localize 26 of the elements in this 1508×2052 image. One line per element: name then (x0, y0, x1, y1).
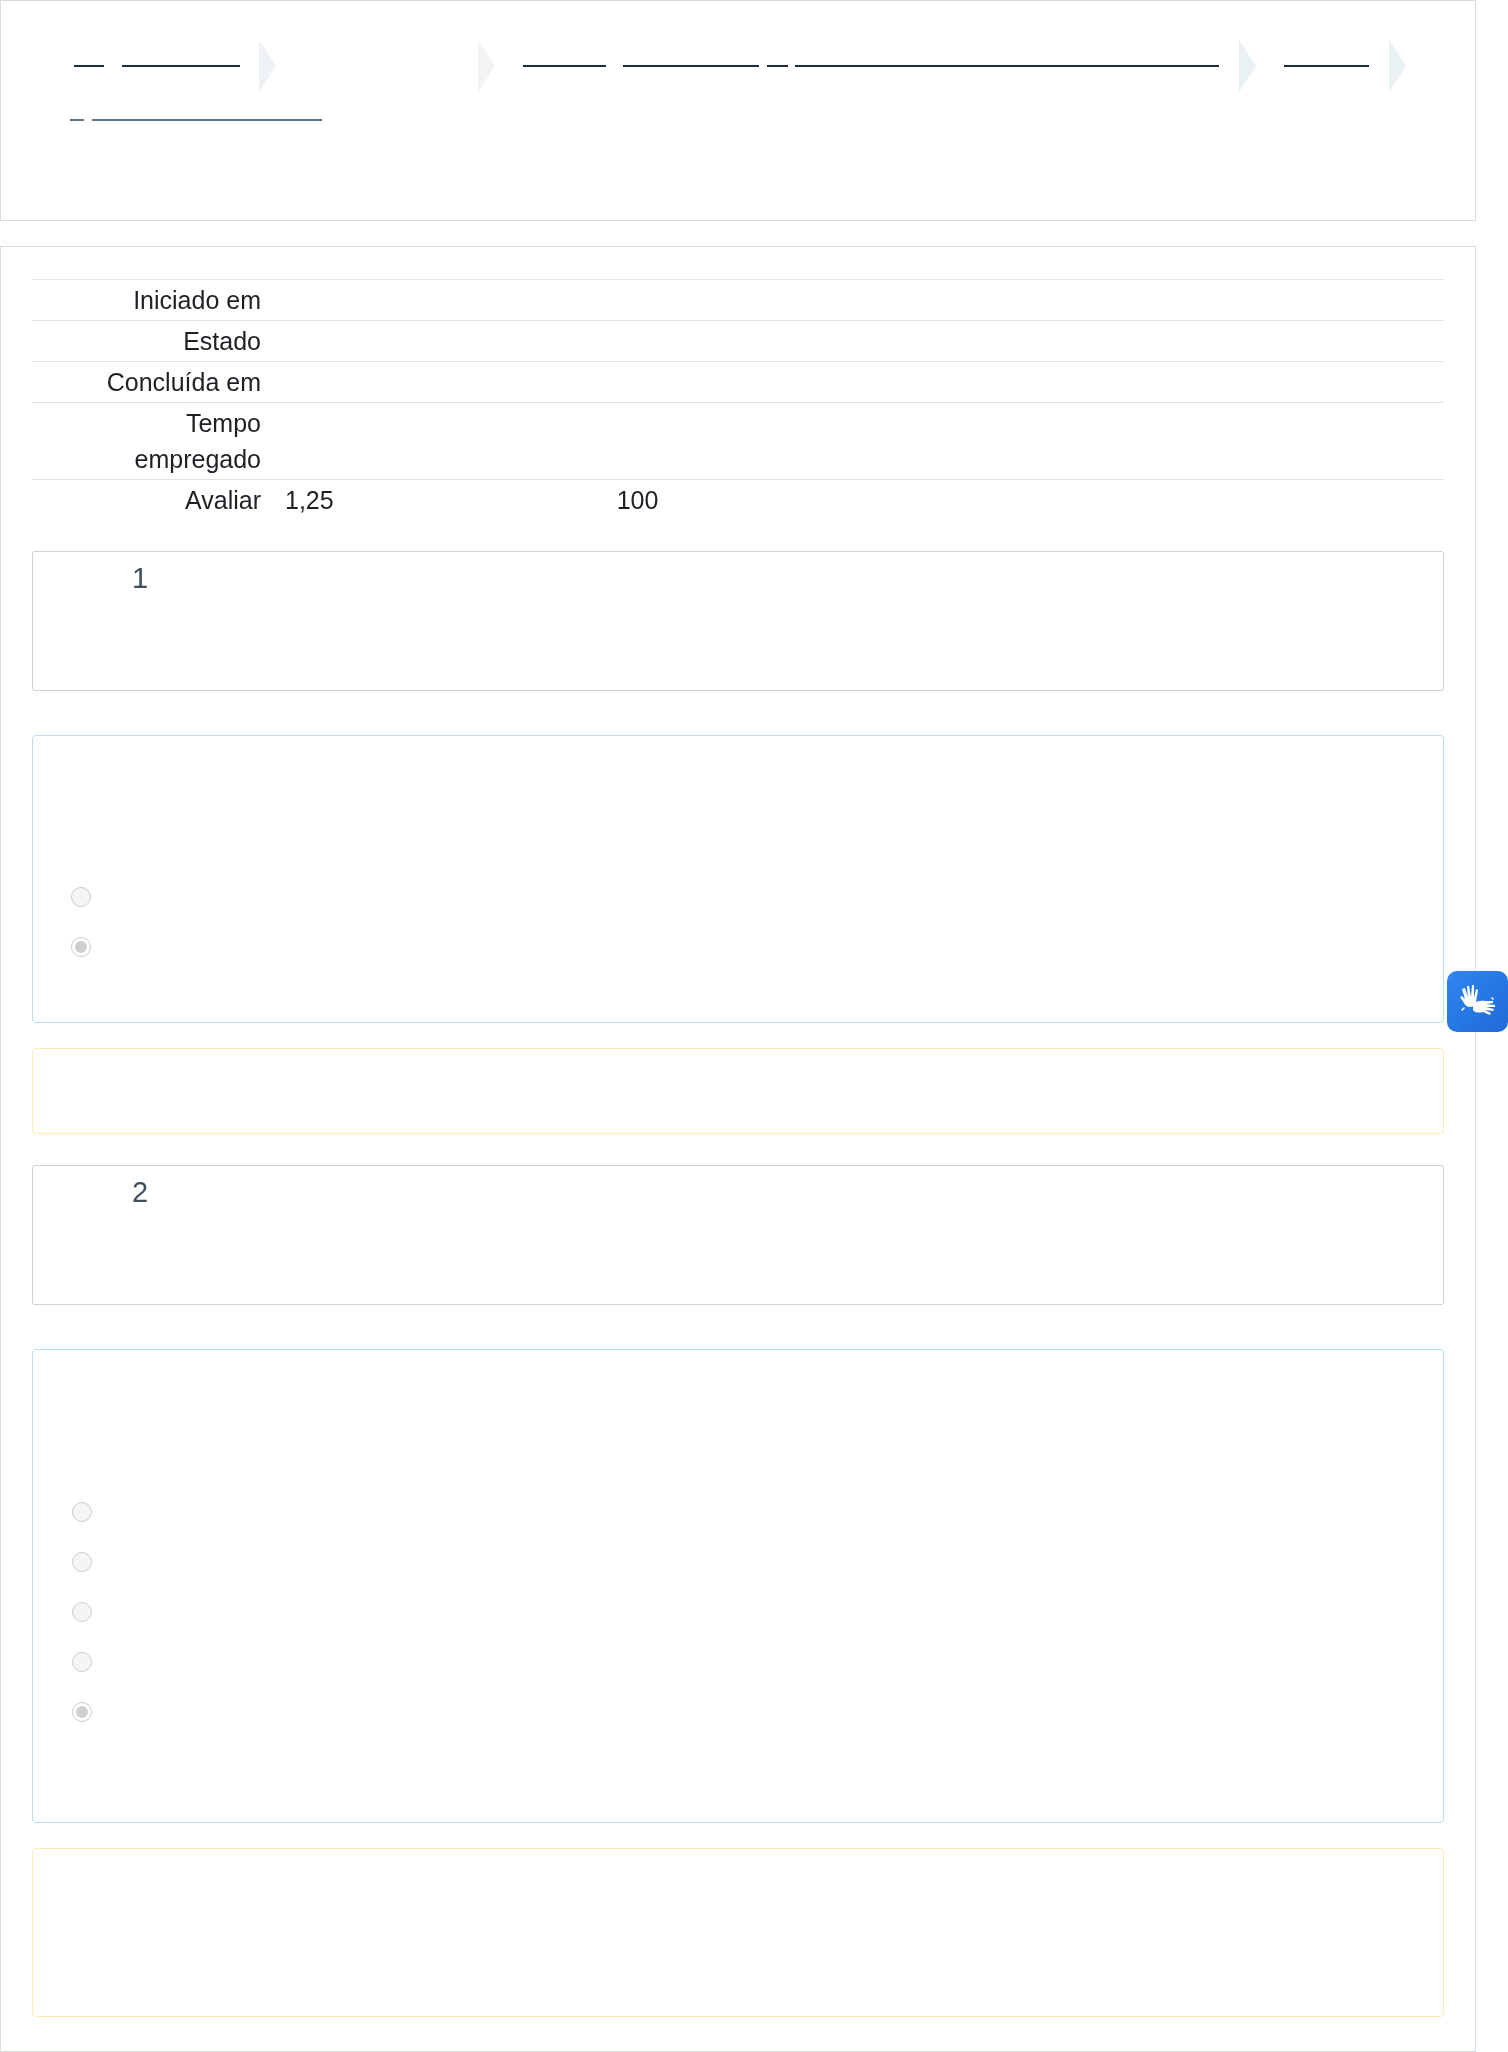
grade-value: 1,25 (285, 485, 334, 516)
link-underline[interactable] (623, 65, 759, 67)
question-number: 1 (132, 562, 149, 594)
link-underline[interactable] (70, 119, 84, 121)
row-label: Iniciado em (133, 286, 261, 314)
link-underline[interactable] (122, 65, 240, 67)
link-underline[interactable] (523, 65, 606, 67)
row-label: Concluída em (106, 368, 261, 396)
link-underline[interactable] (74, 65, 104, 67)
row-label: Tempo empregado (133, 408, 261, 475)
question-number: 2 (132, 1176, 149, 1208)
radio-button[interactable] (72, 1702, 92, 1722)
radio-button[interactable] (71, 937, 91, 957)
sign-language-button[interactable] (1447, 971, 1508, 1032)
grade-value: 100 (616, 485, 659, 516)
radio-button[interactable] (72, 1602, 92, 1622)
radio-button[interactable] (72, 1552, 92, 1572)
row-label: Estado (183, 327, 261, 355)
link-underline[interactable] (795, 65, 1219, 67)
row-label: Avaliar (185, 486, 261, 514)
link-underline[interactable] (92, 119, 322, 121)
link-underline[interactable] (1284, 65, 1369, 67)
radio-button[interactable] (71, 887, 91, 907)
link-underline[interactable] (767, 65, 788, 67)
radio-button[interactable] (72, 1502, 92, 1522)
radio-button[interactable] (72, 1652, 92, 1672)
